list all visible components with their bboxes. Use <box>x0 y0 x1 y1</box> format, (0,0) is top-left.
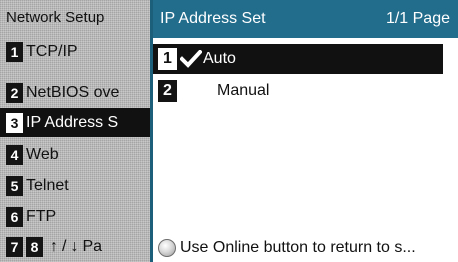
menu-item-web[interactable]: 4 Web <box>0 140 150 169</box>
down-arrow-icon: ↓ <box>70 238 79 255</box>
menu-item-number: 6 <box>6 206 23 227</box>
menu-item-number: 1 <box>6 41 23 62</box>
right-panel-header: IP Address Set 1/1 Page <box>153 0 458 38</box>
menu-item-netbios[interactable]: 2 NetBIOS ove <box>0 78 150 107</box>
status-message: Use Online button to return to s... <box>180 238 416 256</box>
menu-item-label: Web <box>26 145 59 163</box>
option-label: Manual <box>217 82 270 99</box>
menu-footer-paging: 7 8 ↑ / ↓ Pa <box>0 232 150 262</box>
left-menu-panel: Network Setup 1 TCP/IP 2 NetBIOS ove 3 I… <box>0 0 150 262</box>
menu-item-number: 2 <box>6 82 23 103</box>
option-auto[interactable]: 1 Auto <box>153 44 443 74</box>
online-button-icon <box>158 238 176 257</box>
menu-item-label: IP Address S <box>26 113 119 131</box>
menu-item-label: TCP/IP <box>26 42 78 60</box>
page-prev-number[interactable]: 7 <box>6 237 23 257</box>
left-menu-title: Network Setup <box>6 8 105 26</box>
up-arrow-icon: ↑ <box>50 238 58 255</box>
option-manual[interactable]: 2 Manual <box>153 76 443 106</box>
page-indicator: 1/1 Page <box>385 10 450 27</box>
status-bar: Use Online button to return to s... <box>153 233 458 262</box>
option-number: 2 <box>158 80 177 102</box>
right-settings-panel: IP Address Set 1/1 Page 1 Auto 2 Manual … <box>150 0 458 262</box>
menu-item-tcpip[interactable]: 1 TCP/IP <box>0 37 150 66</box>
menu-item-label: NetBIOS ove <box>26 83 120 101</box>
menu-item-number: 3 <box>6 112 23 133</box>
menu-item-ftp[interactable]: 6 FTP <box>0 202 150 231</box>
menu-item-label: FTP <box>26 207 57 225</box>
checkmark-icon <box>180 50 202 68</box>
page-title: IP Address Set <box>160 10 266 27</box>
option-number: 1 <box>158 48 177 70</box>
menu-item-ip-address-set[interactable]: 3 IP Address S <box>0 108 150 137</box>
menu-footer-label: Pa <box>82 238 103 255</box>
menu-item-telnet[interactable]: 5 Telnet <box>0 171 150 200</box>
option-label: Auto <box>203 50 236 67</box>
menu-item-label: Telnet <box>26 176 69 194</box>
menu-item-number: 4 <box>6 144 23 165</box>
menu-item-number: 5 <box>6 175 23 196</box>
page-next-number[interactable]: 8 <box>26 237 43 257</box>
arrow-separator: / <box>62 238 67 255</box>
